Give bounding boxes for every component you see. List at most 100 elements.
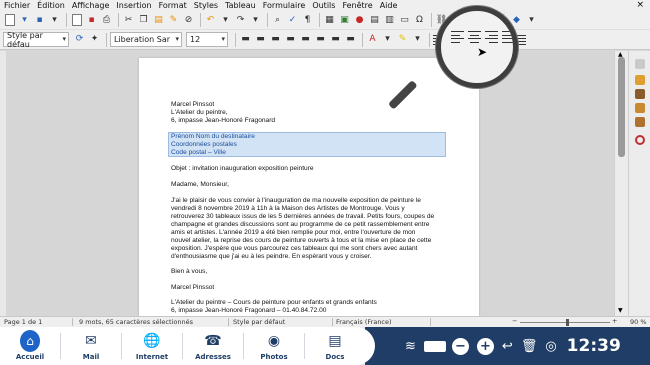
document-text-line[interactable]: Marcel Pinssot (171, 101, 214, 109)
dock-item-internet[interactable]: 🌐 Internet (122, 327, 182, 365)
close-document-button[interactable]: × (636, 0, 644, 11)
insert-textbox-icon[interactable]: ▤ (368, 14, 381, 27)
clone-formatting-icon[interactable]: ✎ (167, 14, 180, 27)
lifebuoy-icon[interactable]: ◎ (545, 339, 556, 354)
insert-field-icon[interactable]: ▭ (398, 14, 411, 27)
highlight-color-icon[interactable]: ✎ (396, 33, 409, 46)
vertical-scrollbar[interactable]: ▲ ▼ (614, 51, 628, 316)
menu-item[interactable]: Outils (312, 0, 335, 11)
document-text-line[interactable]: amis et artistes. L'année 2019 a été bie… (171, 229, 415, 237)
dock-item-photos[interactable]: ◉ Photos (244, 327, 304, 365)
new-document-icon[interactable] (3, 14, 16, 27)
copy-icon[interactable]: ❐ (137, 14, 150, 27)
special-character-icon[interactable]: Ω (413, 14, 426, 27)
document-text-line[interactable]: champagne et grandes discussions sont au… (171, 221, 429, 229)
manage-changes-icon[interactable] (635, 135, 645, 145)
document-text-line[interactable]: L'Atelier du peintre – Cours de peinture… (171, 299, 377, 307)
dock-item-adresses[interactable]: ☎ Adresses (183, 327, 243, 365)
paste-icon[interactable]: ▤ (152, 14, 165, 27)
dock-item-accueil[interactable]: ⌂ Accueil (0, 327, 60, 365)
document-text-line[interactable]: 6, impasse Jean-Honoré Fragonard (171, 117, 275, 125)
insert-image-icon[interactable]: ▣ (338, 14, 351, 27)
dock-item-docs[interactable]: ▤ Docs (305, 327, 365, 365)
document-text-line[interactable]: exposition. J'espère que vous parcourez … (171, 245, 417, 253)
address-field-line[interactable]: Prénom Nom du destinataire (171, 133, 255, 141)
shapes-arrow-icon[interactable]: ▾ (525, 14, 538, 27)
highlight-arrow-icon[interactable]: ▾ (411, 33, 424, 46)
insert-page-break-icon[interactable]: ▥ (383, 14, 396, 27)
zoom-in-circle-icon[interactable]: + (476, 337, 494, 355)
menu-item[interactable]: Aide (380, 0, 398, 11)
scroll-down-icon[interactable]: ▼ (618, 307, 623, 314)
zoom-out-circle-icon[interactable]: − (451, 337, 469, 355)
redo-arrow-icon[interactable]: ▾ (249, 14, 262, 27)
gallery-icon[interactable] (635, 103, 645, 113)
clear-formatting-icon[interactable]: ⊘ (182, 14, 195, 27)
document-text-line[interactable]: 6, impasse Jean-Honoré Fragonard – 01.40… (171, 307, 326, 315)
menu-item[interactable]: Insertion (116, 0, 151, 11)
cut-icon[interactable]: ✂ (122, 14, 135, 27)
formatting-marks-icon[interactable]: ¶ (301, 14, 314, 27)
font-name-select[interactable]: Liberation Sar ▾ (110, 32, 182, 47)
document-text-line[interactable]: nouvel atelier, la reprise des cours de … (171, 237, 431, 245)
bold-icon[interactable]: ▬ (239, 33, 252, 46)
export-icon[interactable] (70, 14, 83, 27)
zoom-slider[interactable] (520, 322, 610, 323)
redo-icon[interactable]: ↷ (234, 14, 247, 27)
menu-item[interactable]: Styles (194, 0, 218, 11)
save-menu-arrow-icon[interactable]: ▾ (48, 14, 61, 27)
new-style-icon[interactable]: ✦ (88, 33, 101, 46)
menu-item[interactable]: Tableau (225, 0, 256, 11)
zoom-out-icon[interactable]: − (512, 317, 517, 326)
update-style-icon[interactable]: ⟳ (73, 33, 86, 46)
font-color-icon[interactable]: A (366, 33, 379, 46)
font-color-arrow-icon[interactable]: ▾ (381, 33, 394, 46)
zoom-in-icon[interactable]: + (612, 317, 617, 326)
undo-arrow-icon[interactable]: ▾ (219, 14, 232, 27)
document-text-line[interactable]: L'Atelier du peintre, (171, 109, 228, 117)
document-text-line[interactable]: Madame, Monsieur, (171, 181, 229, 189)
document-text-line[interactable]: d'enthousiasme que j'ai eu à les peindre… (171, 253, 371, 261)
wifi-icon[interactable]: ≋ (405, 339, 416, 354)
document-text-line[interactable]: vendredi 8 novembre 2019 à 11h à la Mais… (171, 205, 405, 213)
menu-item[interactable]: Fichier (4, 0, 30, 11)
properties-icon[interactable] (635, 75, 645, 85)
menu-item[interactable]: Formulaire (263, 0, 306, 11)
font-size-select[interactable]: 12 ▾ (186, 32, 228, 47)
insert-chart-icon[interactable]: ● (353, 14, 366, 27)
open-folder-icon[interactable]: ▾ (18, 14, 31, 27)
shadow-icon[interactable]: ▬ (329, 33, 342, 46)
document-language[interactable]: Français (France) (336, 318, 392, 327)
address-field-line[interactable]: Code postal – Ville (171, 149, 226, 157)
underline-icon[interactable]: ▬ (269, 33, 282, 46)
sidebar-menu-icon[interactable] (635, 59, 645, 69)
document-text-line[interactable]: retrouverez 30 tableaux issus de les 5 d… (171, 213, 434, 221)
scrollbar-thumb[interactable] (618, 57, 625, 157)
dock-item-mail[interactable]: ✉ Mail (61, 327, 121, 365)
outline-icon[interactable]: ▬ (344, 33, 357, 46)
document-text-line[interactable]: Bien à vous, (171, 268, 207, 276)
menu-item[interactable]: Format (159, 0, 187, 11)
superscript-icon[interactable]: ▬ (299, 33, 312, 46)
print-icon[interactable]: ⎙ (100, 14, 113, 27)
find-replace-icon[interactable]: ⌕ (271, 14, 284, 27)
zoom-level[interactable]: 90 % (630, 318, 647, 327)
navigator-icon[interactable] (635, 117, 645, 127)
document-text-line[interactable]: J'ai le plaisir de vous convier à l'inau… (171, 197, 421, 205)
menu-item[interactable]: Édition (37, 0, 65, 11)
insert-table-icon[interactable]: ▦ (323, 14, 336, 27)
save-icon[interactable]: ▪ (33, 14, 46, 27)
document-text-line[interactable]: Marcel Pinssot (171, 284, 214, 292)
menu-item[interactable]: Fenêtre (342, 0, 372, 11)
styles-icon[interactable] (635, 89, 645, 99)
trash-icon[interactable]: 🗑 (521, 339, 538, 354)
spelling-icon[interactable]: ✓ (286, 14, 299, 27)
zoom-slider-knob[interactable] (566, 319, 569, 326)
address-field-line[interactable]: Coordonnées postales (171, 141, 237, 149)
subscript-icon[interactable]: ▬ (314, 33, 327, 46)
undo-icon[interactable]: ↶ (204, 14, 217, 27)
document-text-line[interactable]: Objet : invitation inauguration expositi… (171, 165, 314, 173)
export-pdf-icon[interactable]: ▪ (85, 14, 98, 27)
strikethrough-icon[interactable]: ▬ (284, 33, 297, 46)
italic-icon[interactable]: ▬ (254, 33, 267, 46)
